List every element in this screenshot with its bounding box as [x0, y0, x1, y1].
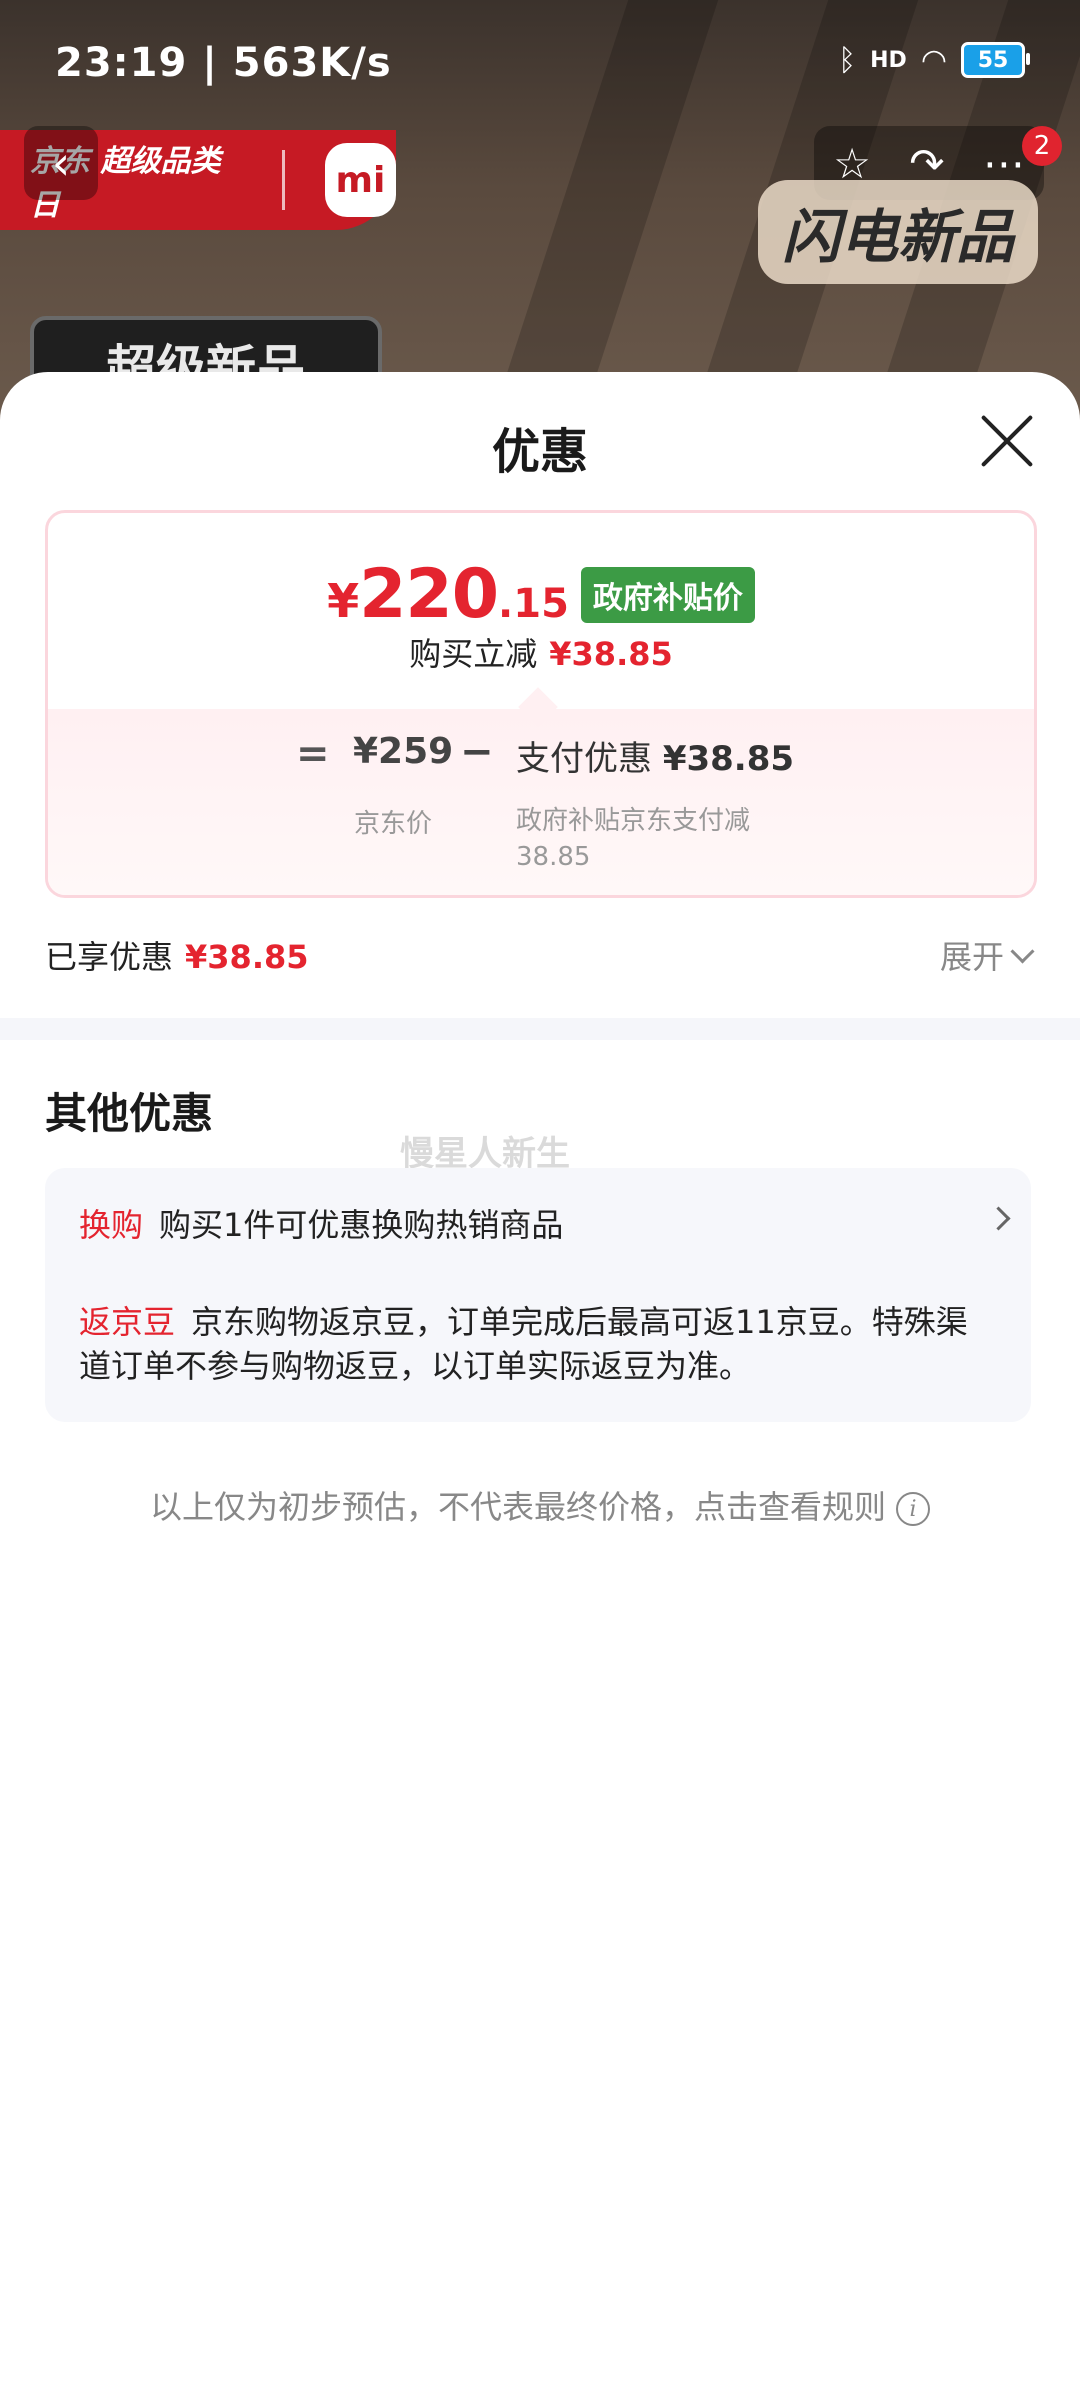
offer-text: 购买1件可优惠换购热销商品 — [159, 1206, 564, 1244]
disclaimer-text: 以上仅为初步预估，不代表最终价格，点击查看规则 — [149, 1488, 886, 1526]
signal-icon: HD — [870, 47, 907, 73]
minus-sign: − — [460, 729, 494, 775]
equals-sign: = — [296, 731, 330, 777]
notification-badge: 2 — [1022, 126, 1062, 166]
enjoyed-discount-amount: ¥38.85 — [185, 938, 309, 976]
mi-logo: mi — [324, 143, 397, 217]
enjoyed-discount-row: 已享优惠 ¥38.85 展开 — [45, 932, 1035, 982]
pay-discount-label: 支付优惠 — [516, 739, 652, 779]
info-icon[interactable]: i — [896, 1492, 930, 1526]
offer-tag: 换购 — [79, 1206, 144, 1244]
brand-divider — [281, 150, 285, 210]
pay-discount: 支付优惠 ¥38.85 — [516, 731, 794, 780]
sheet-title: 优惠 — [491, 424, 588, 480]
chevron-down-icon — [1010, 938, 1035, 964]
price-disclaimer[interactable]: 以上仅为初步预估，不代表最终价格，点击查看规则 i — [0, 1482, 1080, 1528]
bluetooth-icon: ᛒ — [838, 42, 857, 78]
battery-icon: 55 — [961, 42, 1030, 78]
enjoyed-discount-label: 已享优惠 — [45, 938, 174, 976]
instant-discount-row: 购买立减 ¥38.85 — [48, 629, 1034, 675]
status-bar: 23:19 | 563K/s ᛒ HD ◠ 55 — [0, 0, 1080, 120]
status-time: 23:19 | 563K/s — [55, 40, 392, 86]
close-icon[interactable] — [976, 410, 1038, 472]
jd-price: ¥259 — [353, 731, 454, 772]
price-calculation: = ¥259 − 支付优惠 ¥38.85 — [48, 729, 1034, 779]
enjoyed-discount: 已享优惠 ¥38.85 — [45, 932, 309, 978]
currency-symbol: ¥ — [327, 574, 360, 628]
expand-button[interactable]: 展开 — [939, 932, 1035, 978]
offer-tag: 返京豆 — [79, 1303, 176, 1341]
expand-label: 展开 — [939, 938, 1004, 976]
back-button[interactable]: ‹ — [24, 126, 98, 200]
other-offers-title: 其他优惠 — [45, 1089, 214, 1138]
discount-sheet: 优惠 ¥ 220 .15 政府补贴价 购买立减 ¥38.85 = ¥259 − 支… — [0, 372, 1080, 2400]
section-separator — [0, 1018, 1080, 1040]
final-price: ¥ 220 .15 政府补贴价 — [48, 555, 1034, 634]
offer-trade-in[interactable]: 换购 购买1件可优惠换购热销商品 — [79, 1200, 1009, 1246]
jd-price-caption: 京东价 — [354, 809, 433, 839]
chevron-left-icon: ‹ — [51, 136, 71, 190]
price-card: ¥ 220 .15 政府补贴价 购买立减 ¥38.85 = ¥259 − 支付优惠… — [45, 510, 1037, 898]
status-icons: ᛒ HD ◠ 55 — [838, 42, 1030, 78]
price-integer: 220 — [359, 555, 499, 634]
pay-discount-amount: ¥38.85 — [662, 739, 795, 779]
other-offers-box: 换购 购买1件可优惠换购热销商品 返京豆 京东购物返京豆，订单完成后最高可返11京豆… — [45, 1168, 1031, 1422]
offer-text: 京东购物返京豆，订单完成后最高可返11京豆。特殊渠道订单不参与购物返豆，以订单实… — [79, 1303, 968, 1385]
price-decimal: .15 — [498, 581, 569, 627]
offer-jingdou: 返京豆 京东购物返京豆，订单完成后最高可返11京豆。特殊渠道订单不参与购物返豆，以… — [79, 1300, 979, 1388]
gov-subsidy-tag: 政府补贴价 — [580, 566, 755, 623]
flash-new-label: 闪电新品 — [758, 180, 1038, 284]
pay-discount-caption: 政府补贴京东支付减38.85 — [516, 806, 751, 872]
wifi-icon: ◠ — [920, 42, 947, 78]
instant-discount-amount: ¥38.85 — [549, 635, 673, 673]
instant-discount-label: 购买立减 — [409, 635, 538, 673]
